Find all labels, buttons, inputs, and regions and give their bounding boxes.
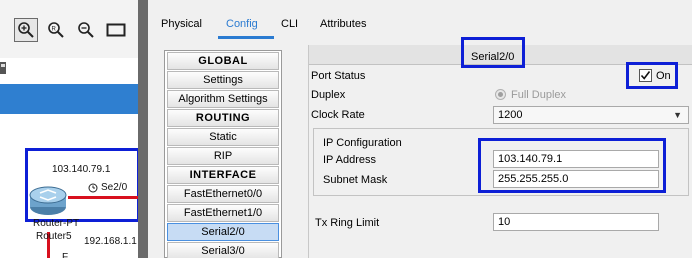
- svg-text:R: R: [52, 27, 57, 33]
- sidebar-item-settings[interactable]: Settings: [167, 71, 279, 89]
- topology-ip2-label: 192.168.1.1: [84, 236, 137, 247]
- search-icon[interactable]: R: [44, 18, 68, 42]
- tab-cli[interactable]: CLI: [281, 18, 298, 30]
- tab-bar: Physical Config CLI Attributes: [148, 0, 692, 40]
- clock-icon: [88, 183, 98, 193]
- sidebar-item-rip[interactable]: RIP: [167, 147, 279, 165]
- serial-link[interactable]: [68, 196, 138, 199]
- zoom-out-icon[interactable]: [74, 18, 98, 42]
- tx-ring-limit-input[interactable]: 10: [493, 213, 659, 231]
- port-status-label: Port Status: [311, 70, 366, 82]
- config-sidebar: GLOBAL Settings Algorithm Settings ROUTI…: [164, 50, 282, 258]
- clock-rate-select[interactable]: 1200 ▼: [493, 106, 689, 124]
- full-duplex-label: Full Duplex: [511, 89, 567, 101]
- tx-ring-limit-value: 10: [498, 216, 511, 228]
- router-model-label: Router-PT: [33, 218, 80, 229]
- sidebar-item-serial2[interactable]: Serial2/0: [167, 223, 279, 241]
- magnify-icon[interactable]: [14, 18, 38, 42]
- rectangle-icon[interactable]: [104, 18, 128, 42]
- tab-attributes[interactable]: Attributes: [320, 18, 366, 30]
- tab-physical[interactable]: Physical: [161, 18, 202, 30]
- tab-config[interactable]: Config: [226, 18, 258, 30]
- workspace-banner: [0, 84, 138, 114]
- chevron-down-icon: ▼: [673, 110, 682, 120]
- clock-rate-label: Clock Rate: [311, 109, 365, 121]
- annotation-box-title: [461, 37, 525, 68]
- topology-interface-label: Se2/0: [101, 182, 128, 193]
- sidebar-item-algorithm[interactable]: Algorithm Settings: [167, 90, 279, 108]
- ip-address-label: IP Address: [323, 154, 376, 166]
- annotation-box-ip-fields: [478, 138, 666, 193]
- full-duplex-radio[interactable]: [495, 89, 506, 100]
- pane-divider[interactable]: [138, 0, 148, 258]
- sidebar-item-static[interactable]: Static: [167, 128, 279, 146]
- sidebar-item-fastethernet1[interactable]: FastEthernet1/0: [167, 204, 279, 222]
- topology-workspace[interactable]: R 103.140.79.1 Se2/0 Router-PT Router5 1…: [0, 0, 138, 258]
- sidebar-header-routing: ROUTING: [167, 109, 279, 127]
- router-name-label: Router5: [36, 231, 72, 242]
- workspace-toolbar: R: [0, 0, 138, 58]
- sidebar-header-global: GLOBAL: [167, 52, 279, 70]
- ip-config-label: IP Configuration: [323, 137, 402, 149]
- duplex-label: Duplex: [311, 89, 346, 101]
- tx-ring-limit-label: Tx Ring Limit: [315, 217, 380, 229]
- active-tab-indicator: [218, 36, 274, 39]
- device-palette-icon[interactable]: [0, 60, 10, 76]
- sidebar-header-interface: INTERFACE: [167, 166, 279, 184]
- subnet-mask-label: Subnet Mask: [323, 174, 388, 186]
- clock-rate-value: 1200: [498, 109, 523, 121]
- topology-partial-label: F: [62, 252, 69, 258]
- device-dialog: Physical Config CLI Attributes GLOBAL Se…: [148, 0, 692, 258]
- topology-ip-label: 103.140.79.1: [52, 164, 111, 175]
- app-root: R 103.140.79.1 Se2/0 Router-PT Router5 1…: [0, 0, 692, 258]
- router-icon[interactable]: [28, 183, 68, 217]
- annotation-box-port-status: [626, 62, 678, 89]
- sidebar-item-serial3[interactable]: Serial3/0: [167, 242, 279, 258]
- sidebar-item-fastethernet0[interactable]: FastEthernet0/0: [167, 185, 279, 203]
